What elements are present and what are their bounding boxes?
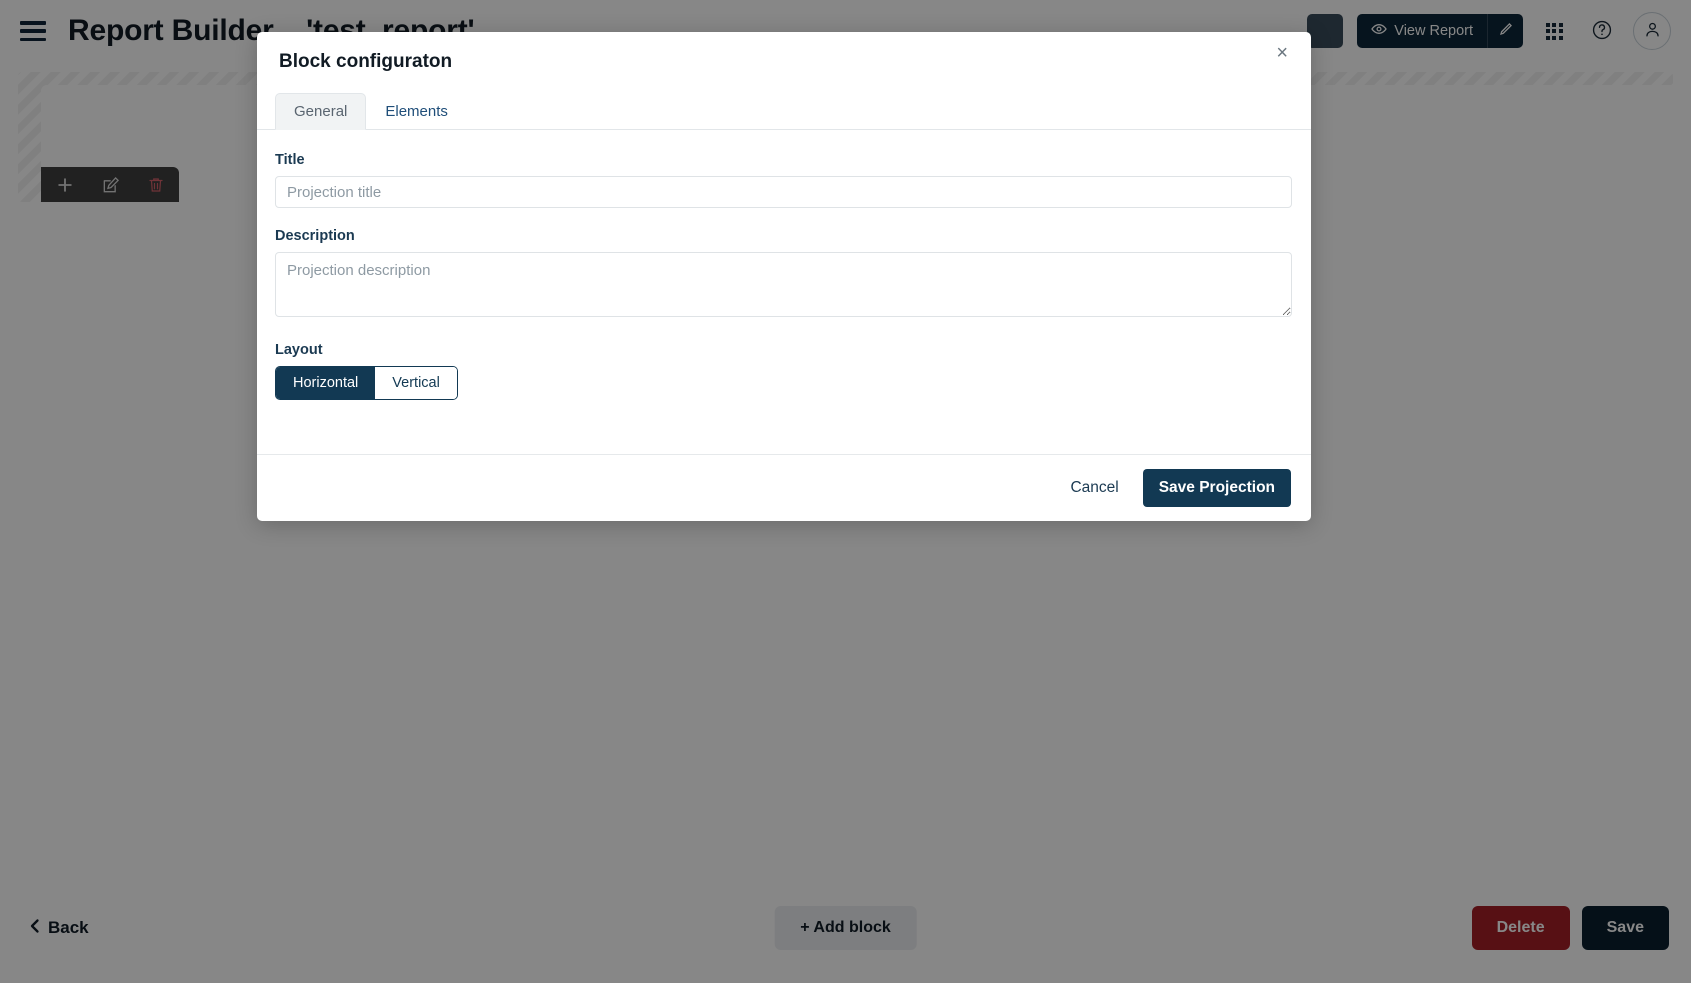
modal-header: Block configuraton × [257, 32, 1311, 73]
modal-title: Block configuraton [279, 51, 453, 72]
description-input[interactable] [275, 252, 1292, 317]
tab-elements[interactable]: Elements [366, 93, 467, 130]
cancel-button[interactable]: Cancel [1056, 470, 1132, 506]
close-icon[interactable]: × [1270, 42, 1294, 64]
field-layout: Layout Horizontal Vertical [275, 342, 1293, 400]
modal-footer: Cancel Save Projection [257, 454, 1311, 521]
title-input[interactable] [275, 176, 1292, 208]
description-label: Description [275, 228, 355, 244]
modal-tabs: General Elements [257, 93, 1311, 130]
modal-body: Title Description Layout Horizontal Vert… [257, 130, 1311, 454]
layout-label: Layout [275, 342, 323, 358]
layout-option-vertical[interactable]: Vertical [375, 367, 457, 399]
block-configuration-modal: Block configuraton × General Elements Ti… [257, 32, 1311, 521]
title-label: Title [275, 152, 305, 168]
field-description: Description [275, 228, 1293, 322]
tab-general[interactable]: General [275, 93, 367, 130]
save-projection-button[interactable]: Save Projection [1142, 469, 1291, 507]
layout-toggle-group: Horizontal Vertical [275, 366, 458, 400]
field-title: Title [275, 152, 1293, 208]
layout-option-horizontal[interactable]: Horizontal [276, 367, 376, 399]
